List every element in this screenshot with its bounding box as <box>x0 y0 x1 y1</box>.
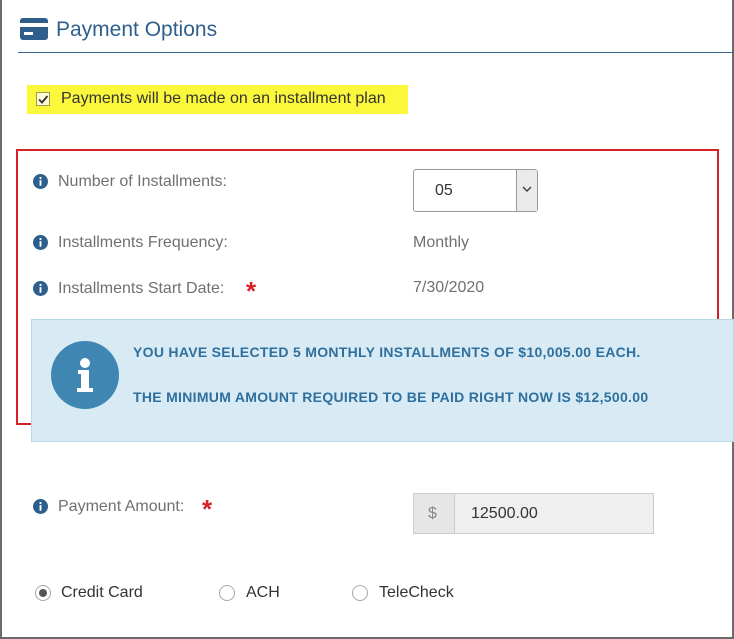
installment-checkbox-label[interactable]: Payments will be made on an installment … <box>61 89 386 109</box>
num-installments-label: Number of Installments: <box>58 173 227 190</box>
info-icon[interactable] <box>33 281 48 296</box>
currency-symbol: $ <box>428 505 437 522</box>
alert-line-1: YOU HAVE SELECTED 5 MONTHLY INSTALLMENTS… <box>133 344 641 360</box>
installment-checkbox[interactable] <box>36 92 50 106</box>
payment-amount-value: 12500.00 <box>471 505 538 522</box>
info-icon[interactable] <box>33 235 48 250</box>
radio-selected-dot <box>39 589 47 597</box>
info-icon <box>51 341 119 409</box>
payment-amount-label: Payment Amount: <box>58 498 185 515</box>
credit-card-icon <box>20 18 48 40</box>
required-marker: * <box>202 494 213 524</box>
radio-telecheck[interactable] <box>352 585 368 601</box>
chevron-down-icon <box>522 186 532 193</box>
info-icon[interactable] <box>33 499 48 514</box>
info-icon[interactable] <box>33 174 48 189</box>
installment-info-alert <box>31 319 734 442</box>
radio-ach[interactable] <box>219 585 235 601</box>
radio-ach-label[interactable]: ACH <box>246 583 280 603</box>
frequency-value: Monthly <box>413 234 470 251</box>
section-title: Payment Options <box>56 18 218 41</box>
num-installments-value: 05 <box>435 182 453 199</box>
alert-line-2: THE MINIMUM AMOUNT REQUIRED TO BE PAID R… <box>133 389 649 405</box>
radio-telecheck-label[interactable]: TeleCheck <box>379 583 454 603</box>
section-divider <box>18 52 734 53</box>
checkmark-icon <box>38 95 49 104</box>
frequency-label: Installments Frequency: <box>58 234 228 251</box>
start-date-label: Installments Start Date: <box>58 280 225 297</box>
info-glyph <box>77 358 93 392</box>
start-date-value: 7/30/2020 <box>413 279 485 296</box>
radio-credit-card-label[interactable]: Credit Card <box>61 583 143 603</box>
select-dropdown-button[interactable] <box>516 170 537 211</box>
required-marker: * <box>246 276 257 306</box>
